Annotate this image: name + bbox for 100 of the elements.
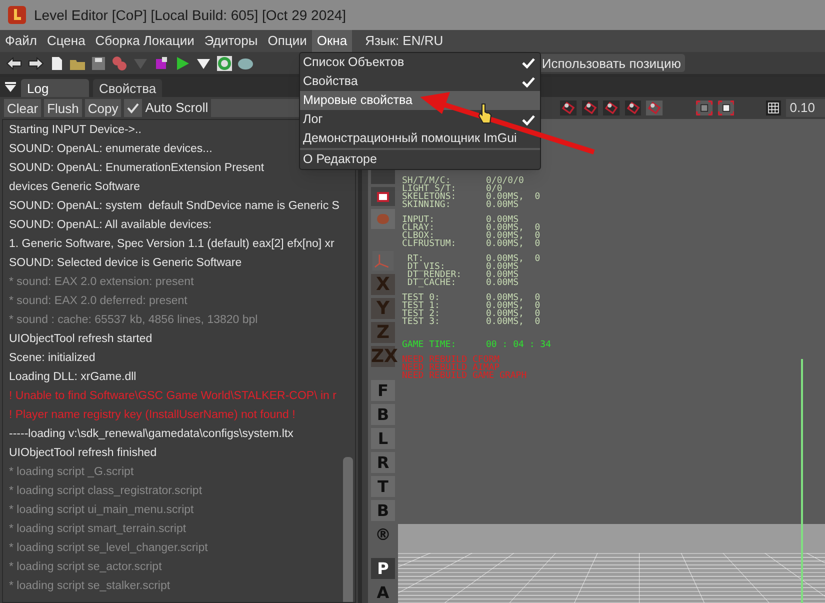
log-line: * loading script se_level_changer.script	[9, 541, 208, 556]
stat-label: CLBOX:	[402, 232, 435, 240]
stat-value: 0.00MS	[486, 201, 519, 209]
refresh-icon[interactable]	[216, 54, 233, 72]
stat-label: LIGHT S/T:	[402, 185, 458, 193]
stat-value: 0.00MS	[486, 271, 519, 279]
menu-option[interactable]: О Редакторе	[300, 150, 540, 169]
stat-label: CLRAY:	[402, 224, 436, 232]
stat-label: DT_RENDER:	[406, 271, 463, 279]
stat-value: 0.00MS	[486, 216, 519, 224]
log-line: * sound: EAX 2.0 extension: present	[9, 275, 194, 290]
checkmark-icon	[127, 102, 140, 114]
log-line: devices Generic Software	[9, 180, 140, 195]
stat-label: SH/T/M/C:	[402, 177, 451, 185]
menu-item[interactable]: Опции	[262, 30, 312, 52]
stat-value: 0/0/0/0	[486, 177, 524, 185]
grid-icon[interactable]	[766, 99, 781, 117]
game-time-value: 00 : 04 : 34	[486, 341, 552, 349]
menu-item[interactable]: Окна	[312, 30, 352, 52]
stat-value: 0.00MS, 0	[486, 240, 540, 248]
snap-tool-icon[interactable]	[560, 99, 577, 117]
snap-tool-icon[interactable]	[624, 99, 642, 117]
stat-label: DT_VIS:	[406, 263, 446, 271]
stat-label: RT:	[406, 255, 424, 263]
save-icon[interactable]	[90, 54, 107, 72]
snap-tool-icon[interactable]	[603, 99, 620, 117]
stat-value: 0.00MS, 0	[486, 193, 540, 201]
window-title: Level Editor [CoP] [Local Build: 605] [Oct 29 2024]	[34, 6, 346, 25]
menu-option[interactable]: Лог	[300, 110, 540, 129]
auto-scroll-label: Auto Scroll	[145, 99, 208, 118]
collapse-triangle-icon[interactable]	[4, 81, 17, 94]
menu-option[interactable]: Демонстрационный помощник ImGui	[300, 129, 540, 148]
log-line: * loading script se_actor.script	[9, 560, 162, 575]
view-button[interactable]: T	[371, 476, 395, 497]
zoom-extents-icon[interactable]	[718, 99, 734, 117]
grid-step-field[interactable]: 0.10	[786, 99, 825, 117]
stat-label: TEST 3:	[402, 318, 441, 326]
view-button[interactable]: L	[371, 428, 395, 449]
log-line: UIObjectTool refresh started	[9, 332, 152, 347]
snap-tool-icon[interactable]	[582, 99, 598, 117]
log-line: * loading script class_registrator.script	[9, 484, 202, 499]
menu-option[interactable]: Мировые свойства	[300, 91, 540, 110]
log-line: * sound : cache: 65537 kb, 4856 lines, 13820 bpl	[9, 313, 258, 328]
log-line: * loading script ui_main_menu.script	[9, 503, 194, 518]
stat-label: TEST 1:	[402, 302, 441, 310]
stat-value: 0.00MS	[486, 279, 519, 287]
view-button[interactable]: R	[371, 452, 395, 473]
log-line: Scene: initialized	[9, 351, 96, 366]
stat-value: 0.00MS, 0	[486, 294, 540, 302]
stat-label: TEST 2:	[402, 310, 441, 318]
view-button[interactable]: P	[371, 558, 395, 579]
menu-item[interactable]: Сборка Локации	[90, 30, 200, 52]
log-line: SOUND: Selected device is Generic Software	[9, 256, 242, 271]
menu-option[interactable]: Список Объектов	[300, 53, 540, 72]
stat-value: 0.00MS, 0	[486, 255, 540, 263]
snap-tool-icon[interactable]	[646, 99, 663, 117]
stat-label: INPUT:	[402, 216, 436, 224]
log-line: ! Unable to find Software\GSC Game World\STALKER-COP\ in r	[9, 389, 336, 404]
log-toolbar-button[interactable]: Clear	[4, 99, 42, 117]
stat-label: SKELETONS:	[402, 193, 458, 201]
app-logo-icon	[8, 6, 26, 24]
log-line: UIObjectTool refresh finished	[9, 446, 157, 461]
log-line: 1. Generic Software, Spec Version 1.1 (default) eax[2] efx[no] xr	[9, 237, 334, 252]
hand-cursor-icon	[478, 103, 492, 125]
log-line: SOUND: OpenAL: EnumerationExtension Present	[9, 161, 264, 176]
menu-item[interactable]: Язык: EN/RU	[360, 30, 448, 52]
log-line: -----loading v:\sdk_renewal\gamedata\configs\system.ltx	[9, 427, 294, 442]
log-line: Starting INPUT Device->..	[9, 123, 142, 138]
checkmark-icon	[522, 114, 535, 126]
log-line: * loading script smart_terrain.script	[9, 522, 186, 537]
menu-item[interactable]: Эдиторы	[199, 30, 263, 52]
log-line: * loading script _G.script	[9, 465, 134, 480]
stat-value: 0.00MS	[486, 263, 519, 271]
menu-item[interactable]: Сцена	[42, 30, 90, 52]
log-line: * loading script se_stalker.script	[9, 579, 170, 594]
auto-scroll-checkbox[interactable]	[124, 99, 142, 117]
menu-item[interactable]: Файл	[0, 30, 42, 52]
log-toolbar-button[interactable]: Copy	[84, 99, 122, 117]
forward-arrow-icon[interactable]	[27, 54, 44, 72]
rebuild-warning: NEED REBUILD AIMAP	[402, 364, 500, 372]
stat-value: 0.00MS, 0	[486, 318, 540, 326]
play-icon[interactable]	[174, 54, 191, 72]
log-toolbar-button[interactable]: Flush	[44, 99, 82, 117]
stat-value: 0.00MS, 0	[486, 310, 540, 318]
checkmark-icon	[522, 76, 535, 88]
panel-tab[interactable]: Свойства	[93, 79, 162, 97]
view-button[interactable]: F	[371, 380, 395, 401]
game-time-label: GAME TIME:	[402, 341, 458, 349]
log-line: ! Player name registry key (InstallUserName) not found !	[9, 408, 296, 423]
scrollbar-thumb[interactable]	[343, 457, 353, 602]
log-line: * sound: EAX 2.0 deferred: present	[9, 294, 188, 309]
log-line: SOUND: OpenAL: system default SndDevice name is Generic S	[9, 199, 340, 214]
back-arrow-icon[interactable]	[6, 54, 23, 72]
view-button[interactable]: B	[371, 500, 395, 521]
stat-label: DT_CACHE:	[406, 279, 456, 287]
menu-option[interactable]: Свойства	[300, 72, 540, 91]
stat-value: 0/0	[486, 185, 502, 193]
stat-value: 0.00MS, 0	[486, 224, 540, 232]
panel-tab[interactable]: Log	[21, 79, 89, 97]
view-button[interactable]: B	[371, 404, 395, 425]
